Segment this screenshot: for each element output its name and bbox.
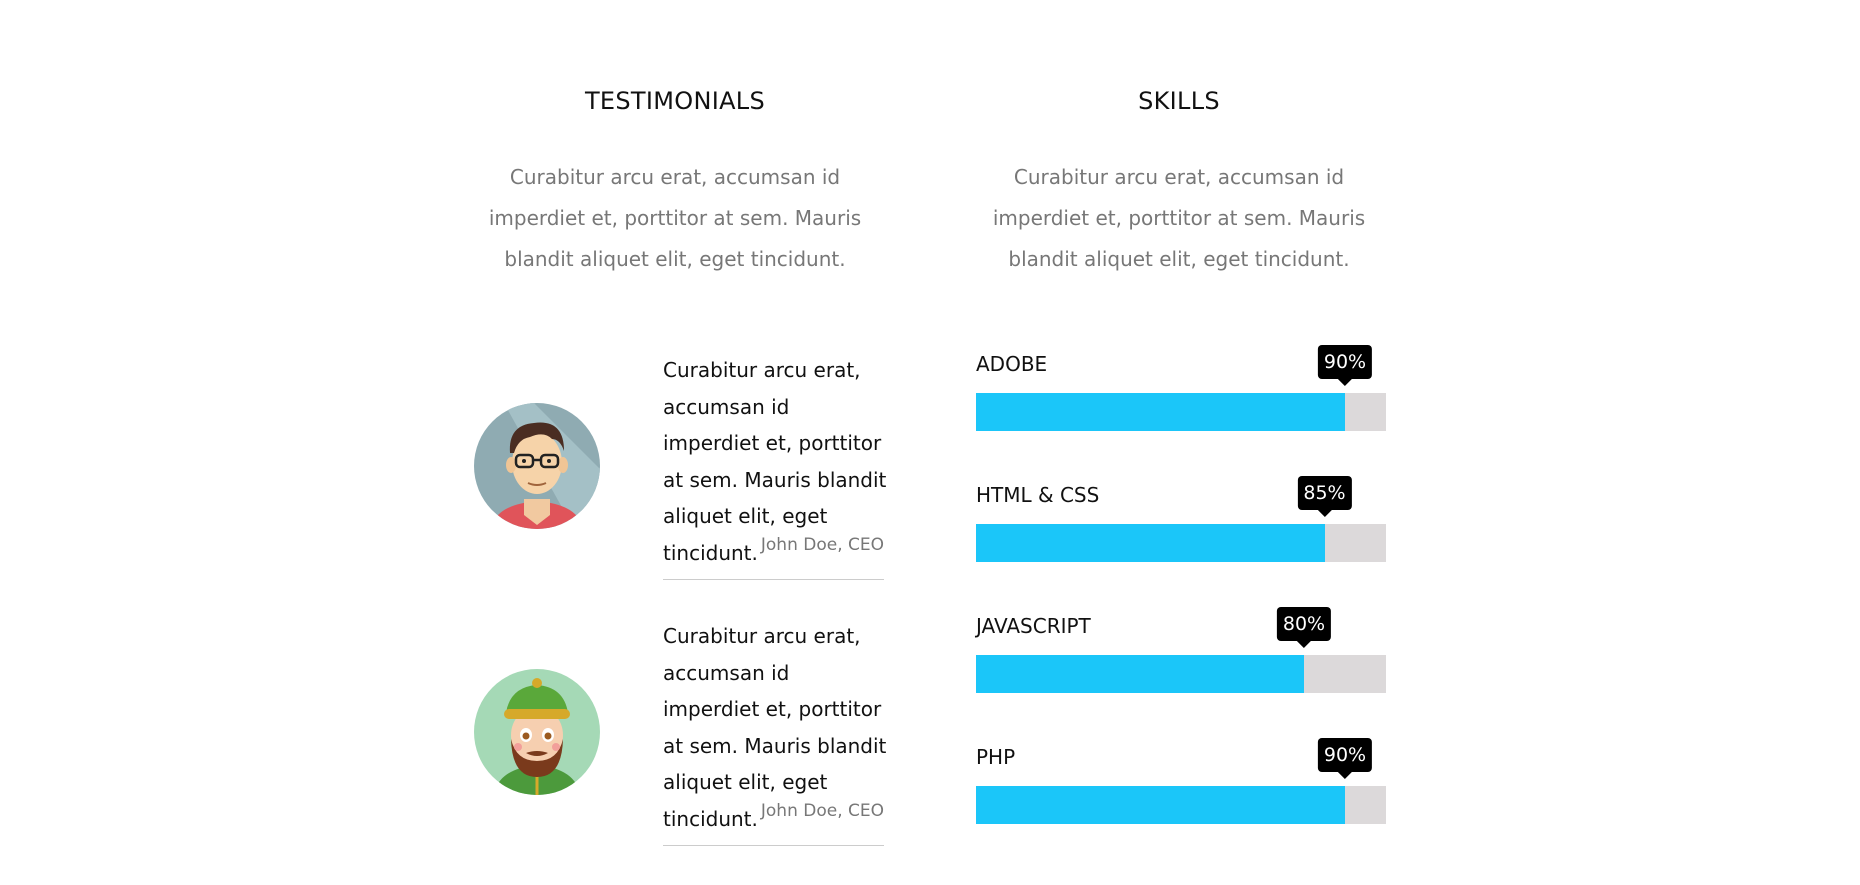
skill-item-adobe: ADOBE 90% [976, 345, 1386, 445]
skills-description: Curabitur arcu erat, accumsan id imperdi… [992, 165, 1366, 271]
testimonial-author: John Doe, CEO [760, 801, 884, 821]
skill-label: JAVASCRIPT [976, 614, 1091, 638]
skills-title: SKILLS [1138, 87, 1220, 115]
skill-progress-track [976, 524, 1386, 562]
skill-label: PHP [976, 745, 1016, 769]
skill-item-php: PHP 90% [976, 738, 1386, 838]
skill-progress-track [976, 393, 1386, 431]
bearded-man-with-hat-avatar-icon [474, 669, 600, 795]
skill-item-javascript: JAVASCRIPT 80% [976, 607, 1386, 707]
skill-progress-fill [976, 524, 1325, 562]
skill-item-html-css: HTML & CSS 85% [976, 476, 1386, 576]
skill-progress-track [976, 786, 1386, 824]
skill-label: HTML & CSS [976, 483, 1100, 507]
testimonials-description: Curabitur arcu erat, accumsan id imperdi… [488, 165, 862, 271]
skill-percent-tooltip: 80% [1276, 607, 1332, 648]
skill-label: ADOBE [976, 352, 1048, 376]
skill-percent-tooltip: 90% [1317, 738, 1373, 779]
testimonial-divider [663, 845, 884, 846]
skill-percent-tooltip: 90% [1317, 345, 1373, 386]
skill-progress-fill [976, 393, 1345, 431]
skill-progress-fill [976, 655, 1304, 693]
skill-progress-fill [976, 786, 1345, 824]
testimonial-divider [663, 579, 884, 580]
skill-progress-track [976, 655, 1386, 693]
testimonials-title: TESTIMONIALS [584, 87, 766, 115]
testimonial-author: John Doe, CEO [760, 535, 884, 555]
skill-percent-tooltip: 85% [1297, 476, 1352, 517]
man-with-glasses-avatar-icon [474, 403, 600, 529]
